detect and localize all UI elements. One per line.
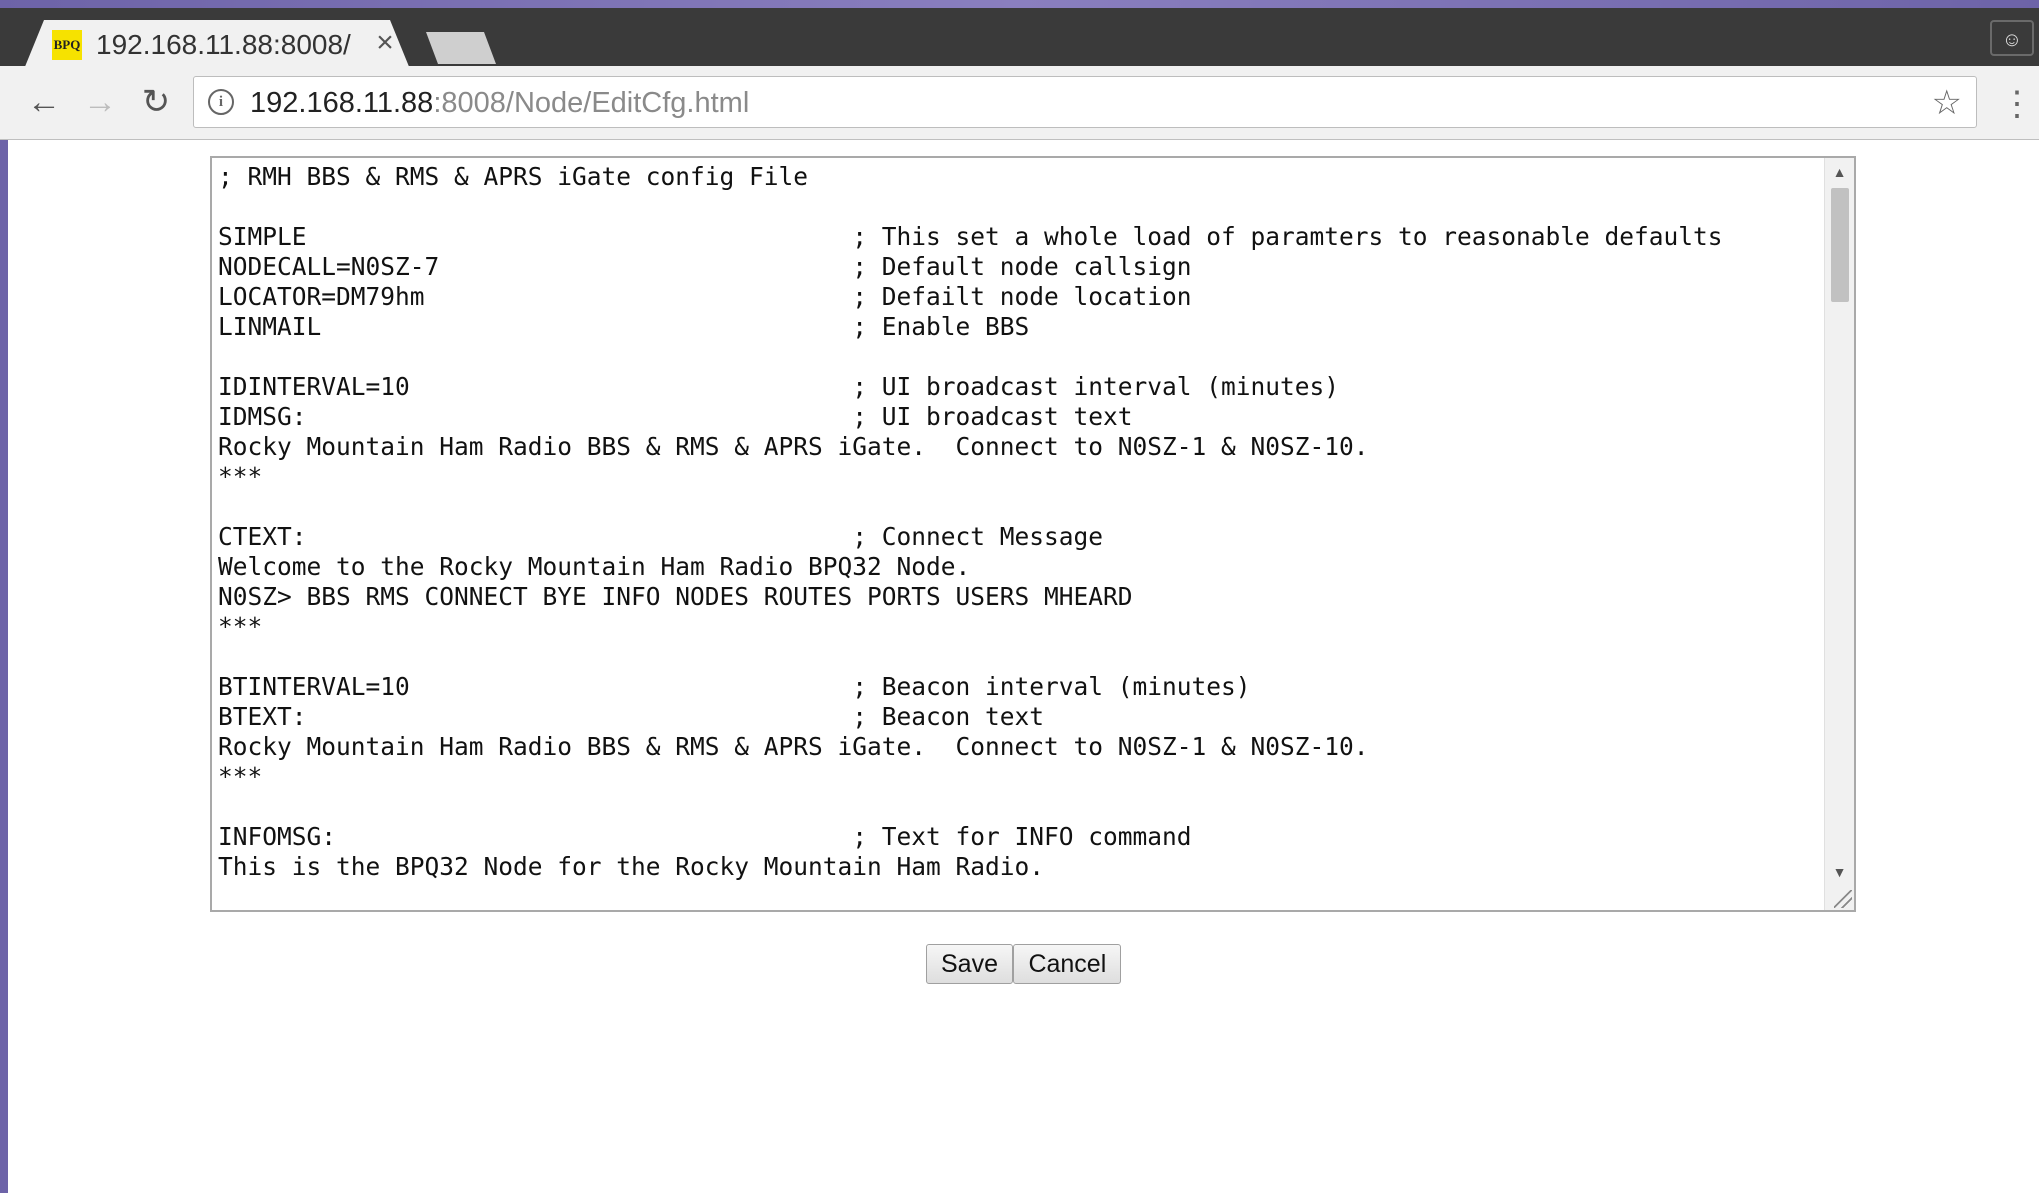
scroll-down-arrow-icon[interactable]: ▼ xyxy=(1825,858,1854,886)
reload-icon[interactable]: ↻ xyxy=(136,82,176,122)
config-text[interactable]: ; RMH BBS & RMS & APRS iGate config File… xyxy=(218,162,1818,910)
kebab-menu-icon[interactable]: ⋮ xyxy=(2000,84,2034,124)
forward-arrow-icon[interactable]: → xyxy=(80,82,120,122)
tab-title: 192.168.11.88:8008/ xyxy=(96,29,351,60)
url-text[interactable]: 192.168.11.88:8008/Node/EditCfg.html xyxy=(250,85,749,121)
close-icon[interactable]: × xyxy=(370,26,400,60)
url-host: 192.168.11.88 xyxy=(250,87,434,119)
save-button[interactable]: Save xyxy=(926,944,1013,984)
form-buttons: Save Cancel xyxy=(926,944,1122,986)
config-textarea[interactable]: ; RMH BBS & RMS & APRS iGate config File… xyxy=(210,156,1856,912)
bpq-favicon-icon: BPQ xyxy=(52,30,82,60)
tab-strip: BPQ 192.168.11.88:8008/ × ☺ xyxy=(0,8,2039,74)
cancel-button[interactable]: Cancel xyxy=(1013,944,1122,984)
vertical-scrollbar[interactable]: ▲ ▼ xyxy=(1824,158,1854,910)
resize-grip-icon[interactable] xyxy=(1834,890,1852,908)
address-bar[interactable]: i 192.168.11.88:8008/Node/EditCfg.html ☆ xyxy=(193,76,1977,128)
new-tab-button[interactable] xyxy=(426,32,496,64)
page-content: ; RMH BBS & RMS & APRS iGate config File… xyxy=(8,140,2039,1193)
scroll-up-arrow-icon[interactable]: ▲ xyxy=(1825,158,1854,186)
scrollbar-thumb[interactable] xyxy=(1831,188,1849,302)
star-icon[interactable]: ☆ xyxy=(1932,83,1962,123)
profile-icon[interactable]: ☺ xyxy=(1990,20,2034,56)
browser-toolbar: ← → ↻ i 192.168.11.88:8008/Node/EditCfg.… xyxy=(0,66,2039,140)
url-path: :8008/Node/EditCfg.html xyxy=(433,87,750,119)
browser-window: BPQ 192.168.11.88:8008/ × ☺ ← → ↻ i 192.… xyxy=(0,0,2039,1193)
back-arrow-icon[interactable]: ← xyxy=(24,82,64,122)
info-icon[interactable]: i xyxy=(208,89,234,115)
